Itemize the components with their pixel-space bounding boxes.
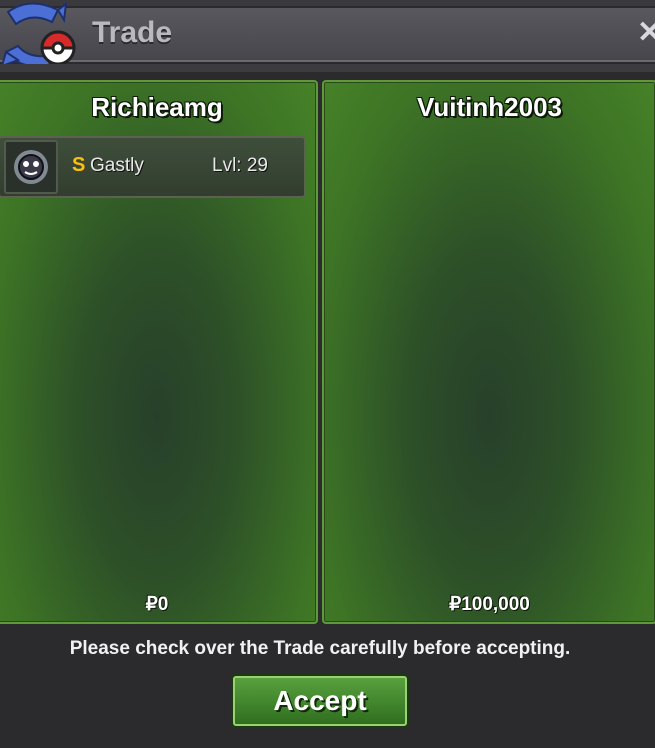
pokemon-level: Lvl: 29 <box>212 155 268 176</box>
window-title: Trade <box>92 16 173 49</box>
title-bar: Trade ✕ <box>0 8 655 62</box>
shiny-badge: S <box>72 154 86 176</box>
trade-notice: Please check over the Trade carefully be… <box>69 638 571 659</box>
pokemon-name: Gastly <box>90 155 144 176</box>
right-money-offer: ₽100,000 <box>449 594 530 615</box>
right-player-name: Vuitinh2003 <box>417 92 562 122</box>
window-top-edge <box>0 0 655 6</box>
close-icon[interactable]: ✕ <box>637 16 655 50</box>
accept-button[interactable]: Accept <box>233 676 407 726</box>
left-trade-panel: Richieamg S Gastly Lvl: 29 ₽0 <box>0 80 318 624</box>
right-trade-panel: Vuitinh2003 ₽100,000 <box>322 80 655 624</box>
left-player-name: Richieamg <box>91 92 223 122</box>
gastly-icon <box>4 140 58 194</box>
offered-pokemon-row[interactable]: S Gastly Lvl: 29 <box>0 136 306 198</box>
trade-logo-icon <box>0 1 76 68</box>
title-underline <box>0 64 655 72</box>
left-money-offer: ₽0 <box>145 594 169 615</box>
